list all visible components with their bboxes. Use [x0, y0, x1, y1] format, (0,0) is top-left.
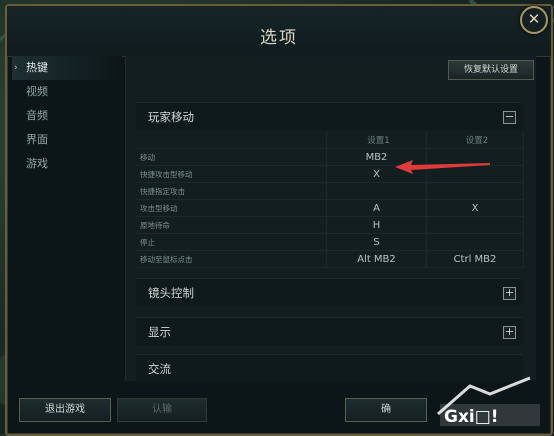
table-header-row: 设置1 设置2 — [136, 132, 524, 149]
options-sidebar: › 热键 视频 音频 界面 游戏 — [12, 56, 122, 386]
sidebar-item-label: 音频 — [26, 109, 48, 122]
sidebar-item-label: 游戏 — [26, 157, 48, 170]
key-slot-1[interactable]: S — [326, 233, 427, 251]
section-title: 玩家移动 — [148, 110, 194, 124]
section-display[interactable]: 显示 + — [136, 317, 522, 345]
sidebar-item-video[interactable]: 视频 — [12, 80, 122, 104]
section-title: 镜头控制 — [148, 286, 194, 300]
svg-text:Gxi□!: Gxi□! — [444, 407, 499, 427]
action-label: 停止 — [136, 233, 327, 251]
table-row: 攻击型移动 A X — [136, 199, 524, 217]
hotkey-panel: 恢复默认设置 玩家移动 − 设置1 设置2 移动 MB2 快捷攻击型移动 X 快… — [125, 56, 536, 382]
watermark-logo: Gxi□! — [437, 376, 540, 427]
sidebar-item-label: 视频 — [26, 85, 48, 98]
red-arrow-annotation — [395, 160, 490, 174]
section-camera-control[interactable]: 镜头控制 + — [136, 278, 522, 306]
action-label: 快捷攻击型移动 — [136, 165, 327, 183]
chevron-right-icon: › — [14, 63, 18, 73]
action-label: 移动至鼠标点击 — [136, 250, 327, 268]
collapse-icon[interactable]: − — [503, 111, 516, 124]
sidebar-item-interface[interactable]: 界面 — [12, 128, 122, 152]
table-row: 原地待命 H — [136, 216, 524, 234]
column-header: 设置1 — [326, 132, 427, 149]
section-player-movement[interactable]: 玩家移动 − — [136, 102, 522, 130]
ok-button[interactable]: 确 — [345, 398, 427, 422]
section-title: 显示 — [148, 325, 171, 339]
action-label: 快捷指定攻击 — [136, 182, 327, 200]
key-slot-1[interactable]: A — [326, 199, 427, 217]
sidebar-item-game[interactable]: 游戏 — [12, 152, 122, 176]
key-slot-2[interactable] — [426, 182, 524, 200]
action-label: 移动 — [136, 148, 327, 166]
key-slot-1[interactable]: Alt MB2 — [326, 250, 427, 268]
key-slot-2[interactable] — [426, 216, 524, 234]
table-row: 移动至鼠标点击 Alt MB2 Ctrl MB2 — [136, 250, 524, 268]
key-slot-1[interactable] — [326, 182, 427, 200]
exit-game-button[interactable]: 退出游戏 — [19, 398, 111, 422]
restore-defaults-button[interactable]: 恢复默认设置 — [448, 60, 534, 80]
options-dialog: 选项 › 热键 视频 音频 界面 游戏 恢复默认设置 玩家移动 − 设置1 设置… — [5, 4, 553, 436]
key-slot-1[interactable]: H — [326, 216, 427, 234]
action-label: 攻击型移动 — [136, 199, 327, 217]
section-title: 交流 — [148, 362, 171, 376]
column-header — [136, 132, 327, 149]
sidebar-item-label: 界面 — [26, 133, 48, 146]
table-row: 快捷指定攻击 — [136, 182, 524, 200]
surrender-button[interactable]: 认输 — [117, 398, 207, 422]
dialog-title-bar: 选项 — [7, 6, 551, 57]
key-slot-2[interactable]: Ctrl MB2 — [426, 250, 524, 268]
expand-icon[interactable]: + — [503, 326, 516, 339]
column-header: 设置2 — [426, 132, 524, 149]
key-slot-2[interactable]: X — [426, 199, 524, 217]
table-row: 停止 S — [136, 233, 524, 251]
sidebar-item-hotkeys[interactable]: › 热键 — [12, 56, 122, 80]
sidebar-item-audio[interactable]: 音频 — [12, 104, 122, 128]
dialog-title: 选项 — [260, 28, 298, 48]
sidebar-item-label: 热键 — [26, 61, 48, 74]
expand-icon[interactable]: + — [503, 287, 516, 300]
key-slot-2[interactable] — [426, 233, 524, 251]
action-label: 原地待命 — [136, 216, 327, 234]
hotkey-table: 设置1 设置2 移动 MB2 快捷攻击型移动 X 快捷指定攻击 攻击型移动 A — [136, 132, 524, 268]
close-icon[interactable]: ✕ — [520, 6, 548, 34]
